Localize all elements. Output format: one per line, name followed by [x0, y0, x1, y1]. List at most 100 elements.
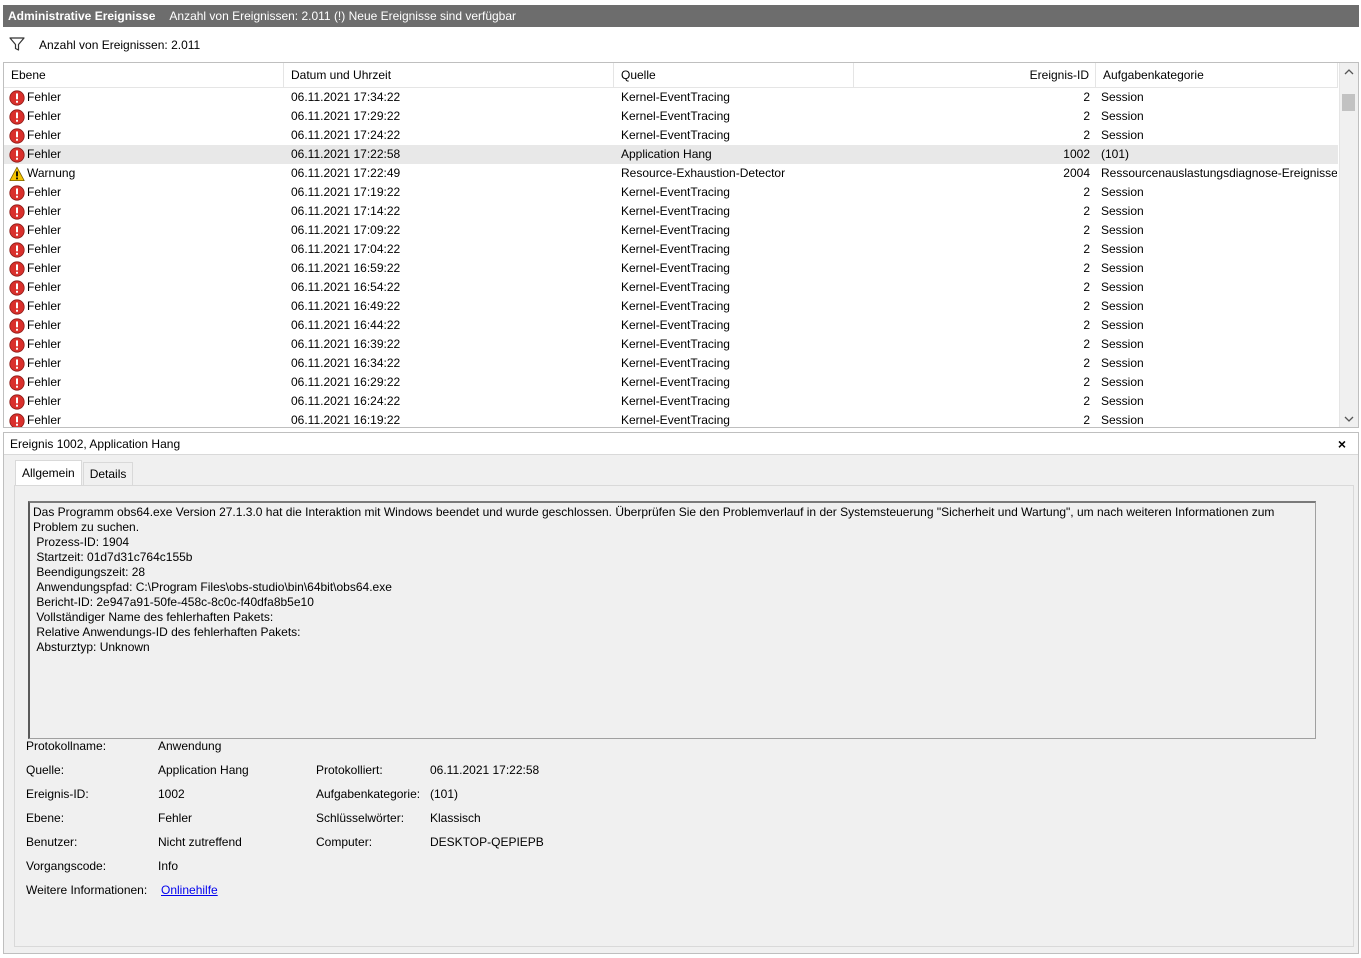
error-icon	[9, 374, 27, 391]
general-tab-panel: Das Programm obs64.exe Version 27.1.3.0 …	[14, 485, 1354, 947]
tab-general[interactable]: Allgemein	[15, 460, 82, 485]
cell-event-id: 2	[1083, 128, 1090, 142]
online-help-link[interactable]: Onlinehilfe	[161, 883, 218, 897]
table-row[interactable]: Fehler 06.11.2021 17:19:22 Kernel-EventTra…	[4, 183, 1338, 202]
opcode-label: Vorgangscode:	[26, 859, 107, 873]
level-text: Fehler	[27, 280, 62, 294]
event-count-label: Anzahl von Ereignissen: 2.011	[39, 38, 201, 52]
table-row[interactable]: Fehler 06.11.2021 16:44:22 Kernel-EventTra…	[4, 316, 1338, 335]
detail-tabs: Allgemein Details	[15, 460, 134, 486]
error-icon	[9, 393, 27, 410]
table-row[interactable]: Fehler 06.11.2021 17:14:22 Kernel-EventTra…	[4, 202, 1338, 221]
cell-level: Fehler	[9, 316, 284, 335]
cell-date: 06.11.2021 16:24:22	[291, 394, 401, 408]
event-description[interactable]: Das Programm obs64.exe Version 27.1.3.0 …	[28, 501, 1316, 739]
cell-source: Kernel-EventTracing	[621, 375, 730, 389]
table-row[interactable]: Fehler 06.11.2021 16:39:22 Kernel-EventTra…	[4, 335, 1338, 354]
level-label: Ebene:	[26, 811, 65, 825]
event-viewer-window: Administrative Ereignisse Anzahl von Ere…	[0, 0, 1361, 958]
keywords-value: Klassisch	[430, 811, 481, 825]
table-row[interactable]: Fehler 06.11.2021 16:29:22 Kernel-EventTra…	[4, 373, 1338, 392]
tab-details[interactable]: Details	[82, 462, 134, 485]
scroll-down-arrow-icon[interactable]	[1340, 410, 1358, 427]
close-icon[interactable]: ×	[1334, 435, 1350, 453]
table-row[interactable]: Fehler 06.11.2021 17:34:22 Kernel-EventTra…	[4, 88, 1338, 107]
column-header-source[interactable]: Quelle	[614, 63, 854, 88]
cell-event-id: 2	[1083, 242, 1090, 256]
scroll-up-arrow-icon[interactable]	[1340, 63, 1358, 80]
logged-label: Protokolliert:	[316, 763, 383, 777]
error-icon	[9, 203, 27, 220]
cell-task-category: Session	[1101, 128, 1144, 142]
table-row[interactable]: Fehler 06.11.2021 17:09:22 Kernel-EventTra…	[4, 221, 1338, 240]
cell-date: 06.11.2021 17:22:58	[291, 147, 401, 161]
level-text: Fehler	[27, 204, 62, 218]
cell-date: 06.11.2021 17:22:49	[291, 166, 401, 180]
level-text: Fehler	[27, 242, 62, 256]
table-row[interactable]: Fehler 06.11.2021 17:29:22 Kernel-EventTra…	[4, 107, 1338, 126]
cell-level: Fehler	[9, 183, 284, 202]
computer-value: DESKTOP-QEPIEPB	[430, 835, 544, 849]
column-header-event-id[interactable]: Ereignis-ID	[854, 63, 1096, 88]
table-row[interactable]: Fehler 06.11.2021 17:24:22 Kernel-EventTra…	[4, 126, 1338, 145]
filter-bar: Anzahl von Ereignissen: 2.011	[3, 32, 1359, 58]
cell-source: Kernel-EventTracing	[621, 413, 730, 427]
table-row[interactable]: Fehler 06.11.2021 17:22:58 Application Han…	[4, 145, 1338, 164]
cell-date: 06.11.2021 17:34:22	[291, 90, 401, 104]
cell-date: 06.11.2021 16:39:22	[291, 337, 401, 351]
cell-date: 06.11.2021 16:59:22	[291, 261, 401, 275]
cell-level: Warnung	[9, 164, 284, 183]
cell-task-category: Session	[1101, 318, 1144, 332]
level-text: Fehler	[27, 337, 62, 351]
level-value: Fehler	[158, 811, 193, 825]
scrollbar-thumb[interactable]	[1342, 94, 1355, 111]
cell-level: Fehler	[9, 411, 284, 427]
table-row[interactable]: Fehler 06.11.2021 16:49:22 Kernel-EventTra…	[4, 297, 1338, 316]
cell-source: Kernel-EventTracing	[621, 242, 730, 256]
table-body: Fehler 06.11.2021 17:34:22 Kernel-EventTra…	[4, 88, 1338, 427]
cell-task-category: Session	[1101, 280, 1144, 294]
level-text: Fehler	[27, 90, 62, 104]
table-row[interactable]: Fehler 06.11.2021 16:59:22 Kernel-EventTra…	[4, 259, 1338, 278]
error-icon	[9, 146, 27, 163]
cell-event-id: 2	[1083, 90, 1090, 104]
cell-task-category: Session	[1101, 185, 1144, 199]
error-icon	[9, 355, 27, 372]
table-row[interactable]: Fehler 06.11.2021 16:54:22 Kernel-EventTra…	[4, 278, 1338, 297]
cell-event-id: 2	[1083, 204, 1090, 218]
column-header-level[interactable]: Ebene	[4, 63, 284, 88]
task-category-value: (101)	[430, 787, 459, 801]
cell-source: Kernel-EventTracing	[621, 299, 730, 313]
column-header-date[interactable]: Datum und Uhrzeit	[284, 63, 614, 88]
error-icon	[9, 317, 27, 334]
column-header-task-category[interactable]: Aufgabenkategorie	[1096, 63, 1338, 88]
filter-icon[interactable]	[3, 35, 39, 56]
table-row[interactable]: Fehler 06.11.2021 16:24:22 Kernel-EventTra…	[4, 392, 1338, 411]
table-row[interactable]: Fehler 06.11.2021 16:34:22 Kernel-EventTra…	[4, 354, 1338, 373]
error-icon	[9, 336, 27, 353]
level-text: Fehler	[27, 318, 62, 332]
table-row[interactable]: Warnung 06.11.2021 17:22:49 Resource-Exhau…	[4, 164, 1338, 183]
table-row[interactable]: Fehler 06.11.2021 16:19:22 Kernel-EventTra…	[4, 411, 1338, 427]
cell-date: 06.11.2021 16:19:22	[291, 413, 401, 427]
cell-task-category: Session	[1101, 90, 1144, 104]
event-id-value: 1002	[158, 787, 185, 801]
cell-task-category: Ressourcenauslastungsdiagnose-Ereignisse	[1101, 166, 1337, 180]
cell-level: Fehler	[9, 297, 284, 316]
cell-level: Fehler	[9, 88, 284, 107]
level-text: Fehler	[27, 185, 62, 199]
error-icon	[9, 241, 27, 258]
user-label: Benutzer:	[26, 835, 78, 849]
table-row[interactable]: Fehler 06.11.2021 17:04:22 Kernel-EventTra…	[4, 240, 1338, 259]
cell-event-id: 2004	[1063, 166, 1090, 180]
cell-task-category: Session	[1101, 242, 1144, 256]
cell-task-category: Session	[1101, 375, 1144, 389]
cell-task-category: Session	[1101, 356, 1144, 370]
error-icon	[9, 412, 27, 427]
level-text: Fehler	[27, 356, 62, 370]
cell-level: Fehler	[9, 335, 284, 354]
keywords-label: Schlüsselwörter:	[316, 811, 405, 825]
error-icon	[9, 279, 27, 296]
cell-task-category: Session	[1101, 299, 1144, 313]
table-scrollbar[interactable]	[1339, 63, 1358, 427]
